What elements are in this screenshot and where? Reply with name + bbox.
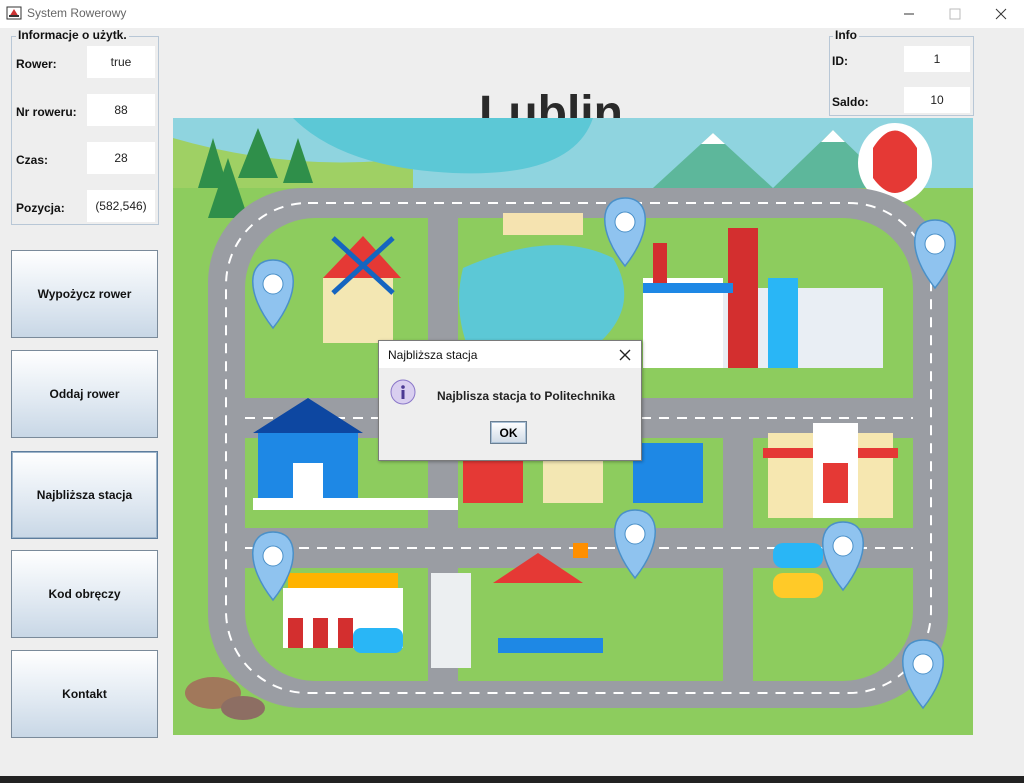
house [633,443,703,503]
minimize-icon [904,13,914,15]
info-icon [390,379,416,405]
info-title: Info [833,28,859,42]
balance-label: Saldo: [832,95,869,109]
car [773,573,823,598]
station-pin-dot [912,653,934,675]
title-bar: System Rowerowy [0,0,1024,28]
app-icon [6,6,22,20]
rim-code-button[interactable]: Kod obręczy [11,550,158,638]
window-title: System Rowerowy [27,6,127,20]
id-field[interactable]: 1 [904,46,970,72]
station-pin-dot [262,273,284,295]
position-field[interactable]: (582,546) [87,190,155,222]
close-button[interactable] [978,0,1024,28]
station-pin-dot [614,211,636,233]
nearest-station-dialog[interactable]: Najbliższa stacja Najblisza stacja to Po… [378,340,642,461]
gas-station [283,573,403,653]
station-pin-dot [624,523,646,545]
bike-number-label: Nr roweru: [16,105,77,119]
maximize-icon [949,8,961,20]
bike-number-field[interactable]: 88 [87,94,155,126]
station-pin-dot [262,545,284,567]
info-panel: Info ID: 1 Saldo: 10 [829,28,974,116]
dialog-title: Najbliższa stacja [388,348,478,362]
user-info-panel: Informacje o użytk. Rower: true Nr rower… [11,28,159,225]
balance-field[interactable]: 10 [904,87,970,113]
minimize-button[interactable] [886,0,932,28]
id-label: ID: [832,54,848,68]
user-info-title: Informacje o użytk. [16,28,129,42]
maximize-button[interactable] [932,0,978,28]
return-bike-button[interactable]: Oddaj rower [11,350,158,438]
bike-label: Rower: [16,57,57,71]
station-pin-dot [832,535,854,557]
car [773,543,823,568]
time-field[interactable]: 28 [87,142,155,174]
dialog-message: Najblisza stacja to Politechnika [437,389,616,403]
position-label: Pozycja: [16,201,65,215]
dialog-title-bar: Najbliższa stacja [379,341,641,368]
pond [459,245,625,348]
nearest-station-button[interactable]: Najbliższa stacja [11,451,158,539]
station-pin-dot [924,233,946,255]
time-label: Czas: [16,153,49,167]
bike-field[interactable]: true [87,46,155,78]
close-icon [995,8,1007,20]
ok-button[interactable]: OK [490,421,527,444]
hospital [763,423,898,518]
bottom-edge [0,776,1024,783]
dialog-close-icon[interactable] [615,345,635,365]
rent-bike-button[interactable]: Wypożycz rower [11,250,158,338]
contact-button[interactable]: Kontakt [11,650,158,738]
house [463,458,523,503]
